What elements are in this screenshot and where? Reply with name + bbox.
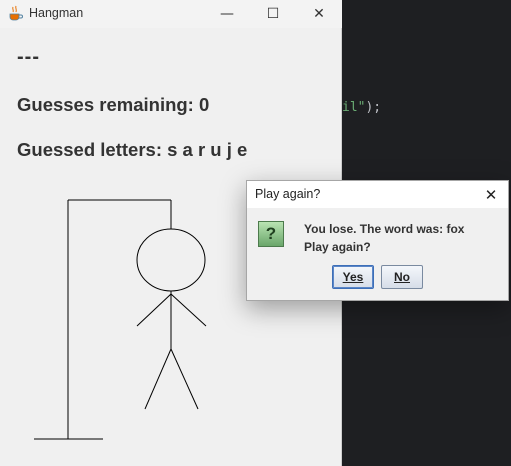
- window-title: Hangman: [29, 6, 84, 20]
- code-string: il": [342, 100, 366, 115]
- minimize-button[interactable]: —: [204, 0, 250, 28]
- java-coffee-cup-icon: [9, 5, 23, 21]
- close-button[interactable]: ✕: [296, 0, 342, 28]
- dialog-titlebar[interactable]: Play again? ✕: [247, 181, 508, 208]
- minimize-icon: —: [220, 6, 234, 22]
- guessed-letters-label: Guessed letters: s a r u j e: [17, 139, 248, 160]
- maximize-button[interactable]: ☐: [250, 0, 296, 28]
- window-titlebar[interactable]: Hangman — ☐ ✕: [0, 0, 342, 28]
- close-icon: ✕: [484, 185, 498, 204]
- word-display: ---: [17, 46, 40, 68]
- hangman-left-arm: [136, 293, 172, 327]
- hangman-right-leg: [170, 348, 199, 410]
- hangman-right-arm: [170, 293, 207, 327]
- yes-button[interactable]: Yes: [332, 265, 374, 289]
- guesses-remaining-label: Guesses remaining: 0: [17, 94, 210, 115]
- question-icon: ?: [258, 221, 284, 247]
- dialog-close-button[interactable]: ✕: [474, 181, 508, 208]
- dialog-title: Play again?: [255, 187, 321, 201]
- code-line: il");: [342, 100, 381, 115]
- play-again-dialog: Play again? ✕ ? You lose. The word was: …: [246, 180, 509, 301]
- no-button[interactable]: No: [381, 265, 423, 289]
- dialog-message: You lose. The word was: fox: [304, 222, 465, 236]
- dialog-prompt: Play again?: [304, 240, 371, 254]
- code-tail: );: [365, 100, 382, 115]
- hangman-head: [136, 228, 206, 292]
- close-icon: ✕: [313, 6, 325, 22]
- hangman-left-leg: [144, 348, 172, 410]
- maximize-icon: ☐: [266, 6, 280, 22]
